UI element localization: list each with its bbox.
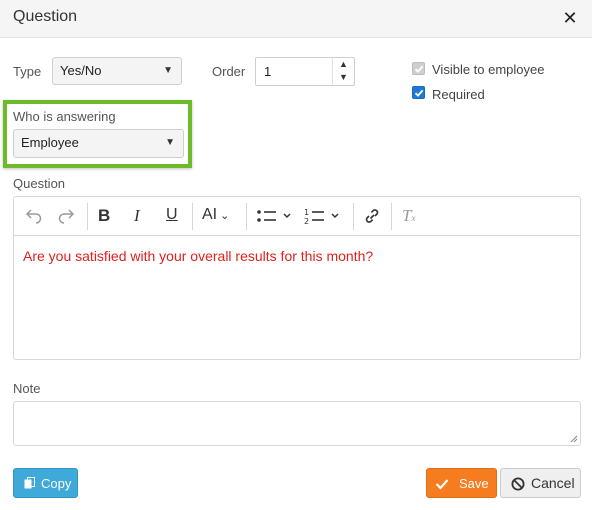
underline-icon[interactable]: U: [166, 206, 178, 228]
visible-to-employee-checkbox: [412, 62, 425, 75]
answering-select-value: Employee: [21, 135, 79, 150]
italic-icon[interactable]: I: [134, 206, 140, 228]
clear-formatting-icon[interactable]: Tx: [402, 206, 415, 228]
font-size-icon[interactable]: AI ⌄: [202, 206, 229, 228]
note-label: Note: [13, 381, 41, 396]
svg-text:1: 1: [304, 208, 309, 217]
answering-label: Who is answering: [13, 109, 116, 124]
save-button[interactable]: Save: [426, 468, 497, 498]
visible-to-employee-label: Visible to employee: [432, 62, 545, 77]
bullet-list-icon[interactable]: [256, 206, 292, 228]
toolbar-divider: [192, 203, 193, 230]
chevron-down-icon: ▼: [163, 65, 173, 76]
cancel-button-label: Cancel: [531, 475, 575, 491]
decrement-icon[interactable]: ▼: [333, 71, 354, 84]
ban-icon: [511, 477, 525, 491]
editor-toolbar: B I U AI ⌄ 12 Tx: [14, 197, 580, 236]
toolbar-divider: [353, 203, 354, 230]
copy-icon: [24, 477, 35, 489]
question-text[interactable]: Are you satisfied with your overall resu…: [23, 248, 373, 264]
redo-icon[interactable]: [56, 206, 76, 228]
order-input[interactable]: 1 ▲ ▼: [255, 57, 355, 86]
bold-icon[interactable]: B: [98, 206, 110, 228]
toolbar-divider: [246, 203, 247, 230]
answering-select[interactable]: Employee ▼: [13, 129, 184, 158]
increment-icon[interactable]: ▲: [333, 58, 354, 71]
check-icon: [435, 479, 449, 490]
link-icon[interactable]: [363, 206, 381, 228]
order-value: 1: [264, 64, 272, 79]
chevron-down-icon: ▼: [165, 137, 175, 148]
dialog-title: Question: [13, 8, 78, 25]
close-icon[interactable]: ✕: [562, 8, 578, 28]
toolbar-divider: [87, 203, 88, 230]
type-select[interactable]: Yes/No ▼: [52, 57, 182, 85]
svg-text:2: 2: [304, 217, 309, 226]
copy-button[interactable]: Copy: [13, 468, 78, 498]
save-button-label: Save: [459, 476, 489, 491]
type-select-value: Yes/No: [60, 63, 102, 78]
required-checkbox[interactable]: [412, 86, 425, 99]
question-editor[interactable]: B I U AI ⌄ 12 Tx Are you satisfied with y…: [13, 196, 581, 360]
question-label: Question: [13, 176, 66, 191]
order-label: Order: [212, 64, 246, 79]
toolbar-divider: [391, 203, 392, 230]
answering-highlight: Who is answering Employee ▼: [3, 100, 192, 168]
cancel-button[interactable]: Cancel: [500, 468, 581, 498]
type-label: Type: [13, 64, 42, 79]
required-label: Required: [432, 87, 485, 102]
copy-button-label: Copy: [41, 476, 72, 491]
resize-handle-icon[interactable]: [570, 435, 578, 443]
order-stepper[interactable]: ▲ ▼: [332, 58, 354, 85]
numbered-list-icon[interactable]: 12: [304, 206, 340, 228]
dialog-header: Question ✕: [0, 0, 592, 38]
undo-icon[interactable]: [24, 206, 44, 228]
note-field[interactable]: [13, 401, 581, 446]
